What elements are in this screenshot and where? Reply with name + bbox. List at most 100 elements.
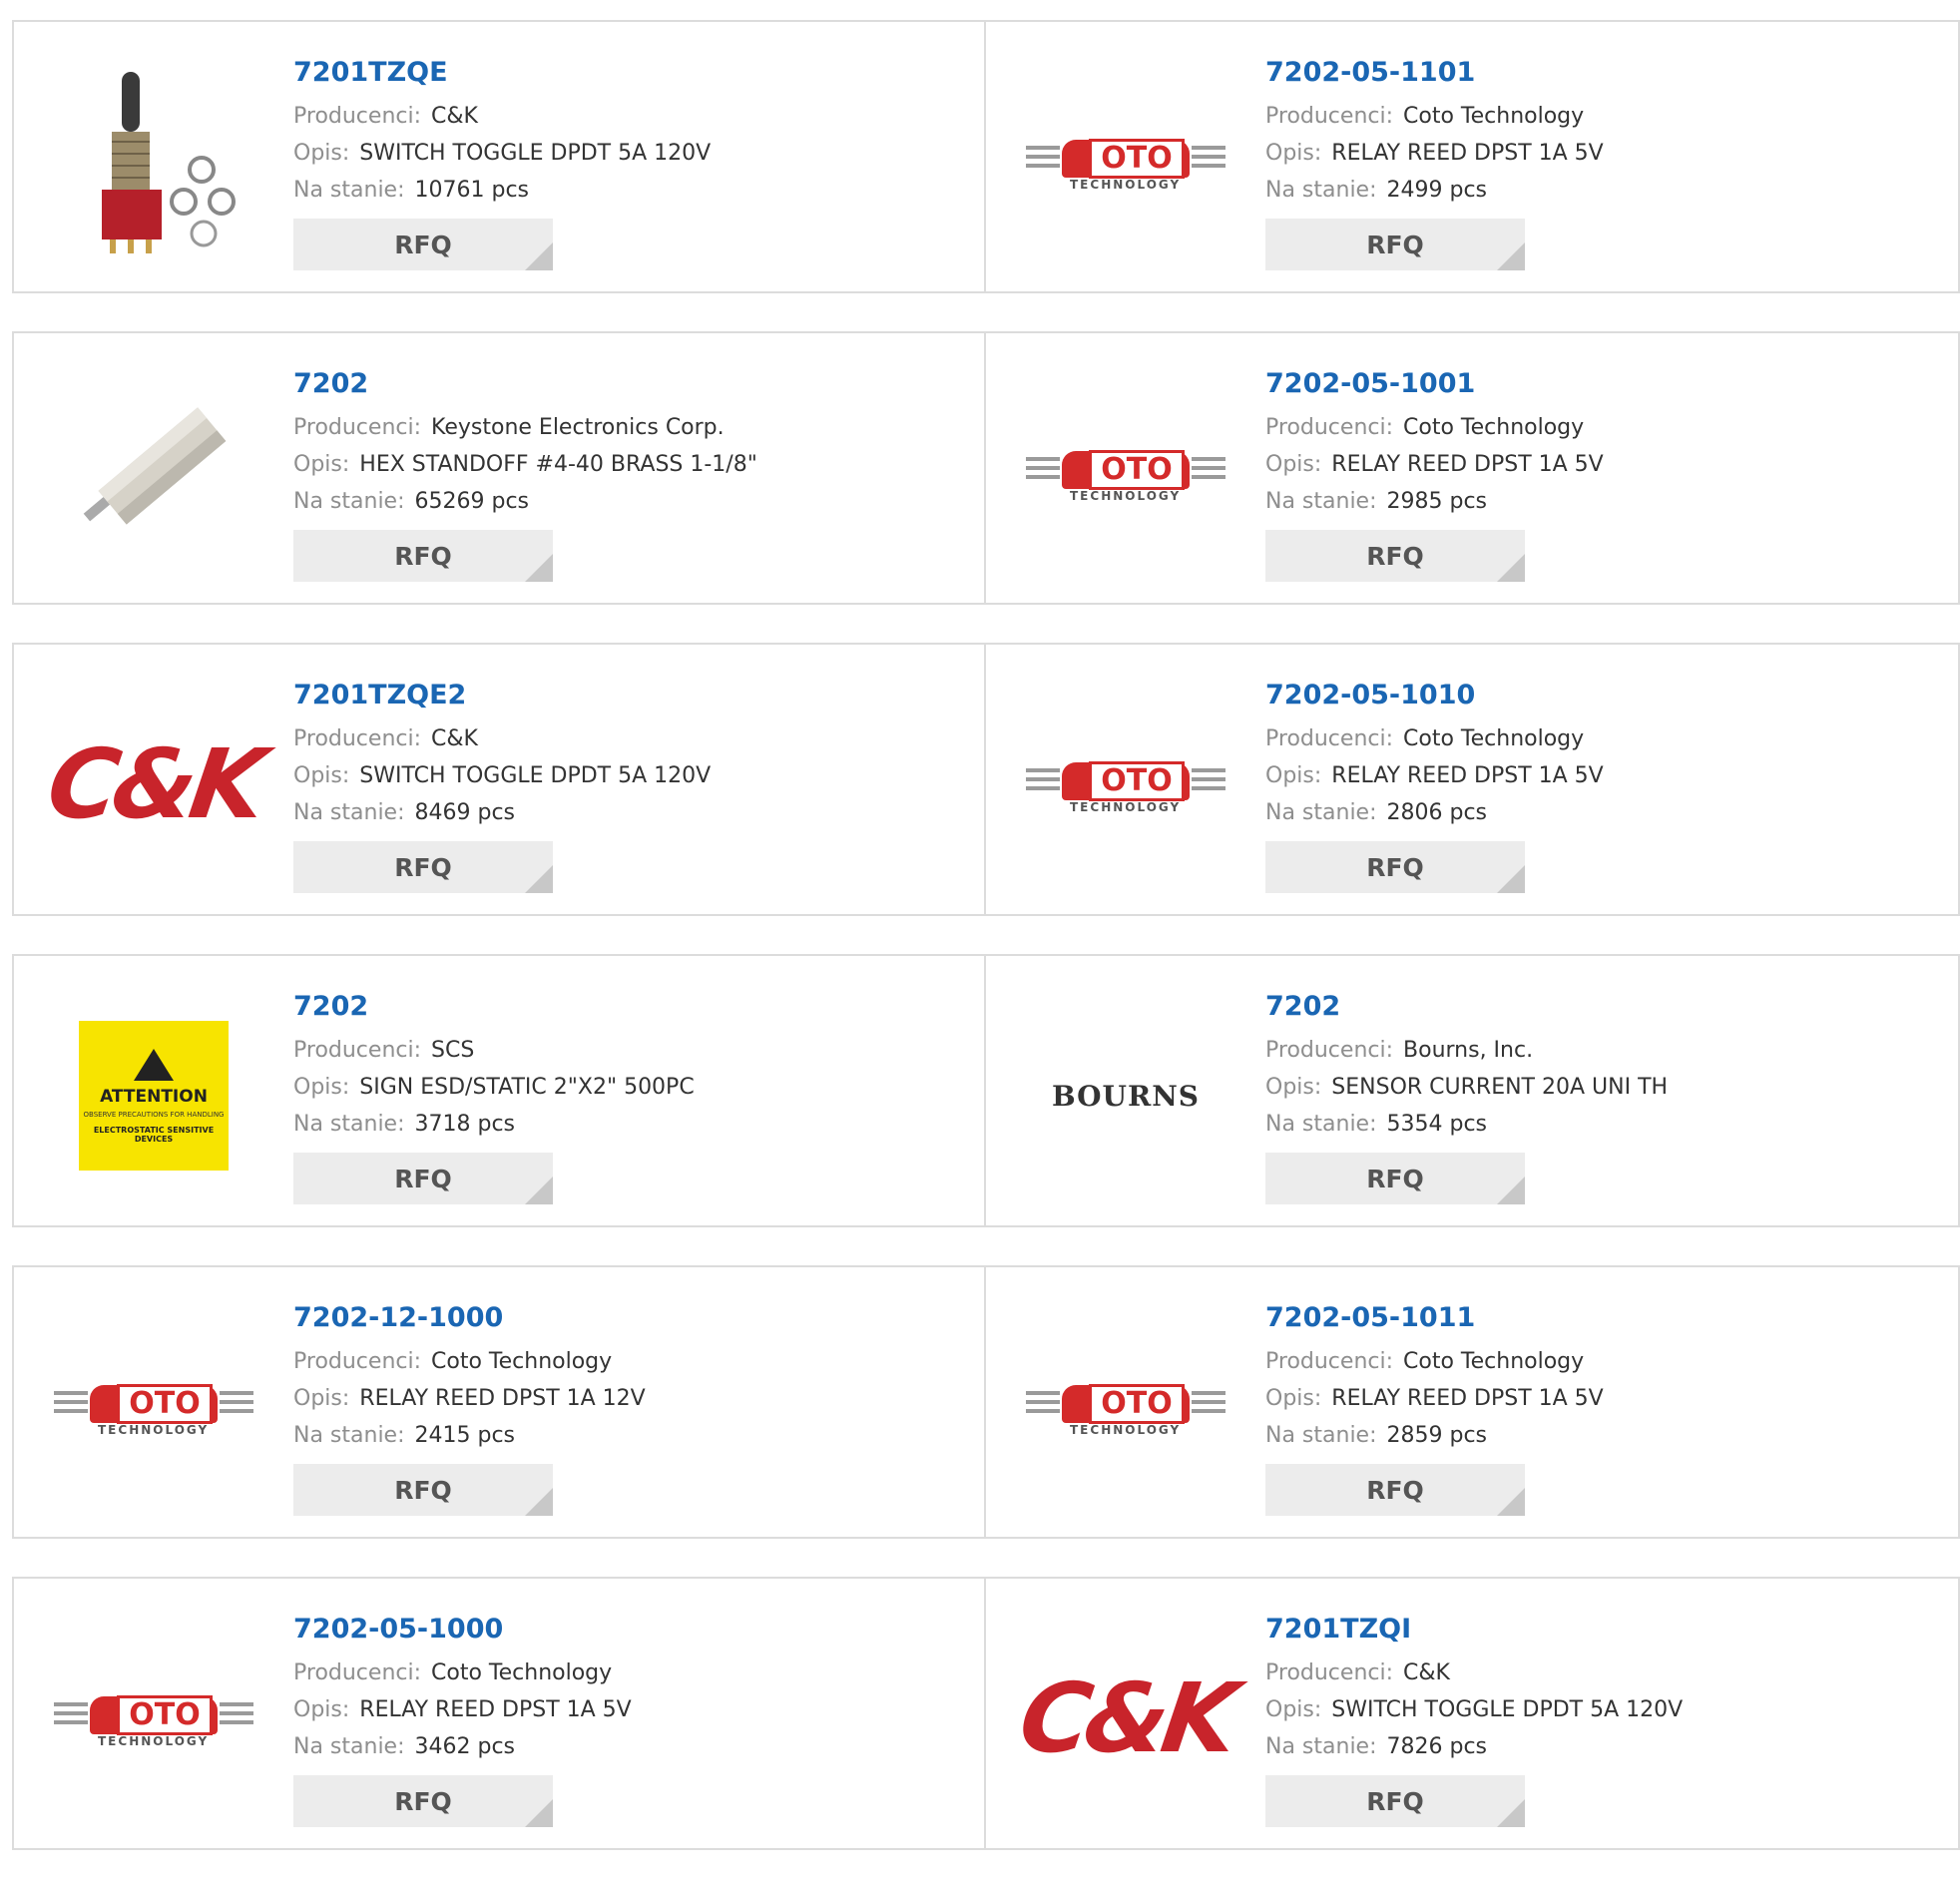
- manufacturer-value: Bourns, Inc.: [1403, 1038, 1534, 1063]
- manufacturer-value: SCS: [431, 1038, 475, 1063]
- coto-technology-logo: OTO TECHNOLOGY: [1026, 1367, 1225, 1447]
- part-number-link[interactable]: 7202: [293, 986, 695, 1028]
- stock-line: Na stanie: 8469 pcs: [293, 794, 711, 831]
- product-image[interactable]: OTO TECHNOLOGY: [1026, 62, 1225, 261]
- product-card: ATTENTION OBSERVE PRECAUTIONS FOR HANDLIN…: [12, 954, 986, 1227]
- stock-value: 7826 pcs: [1386, 1734, 1488, 1759]
- product-info: 7202-05-1011 Producenci: Coto Technology …: [1265, 1297, 1604, 1516]
- hex-standoff-photo: [83, 407, 227, 525]
- part-number-link[interactable]: 7202-05-1101: [1265, 52, 1604, 94]
- coto-technology-logo: OTO TECHNOLOGY: [54, 1367, 253, 1447]
- bourns-logo: BOURNS: [1051, 1079, 1201, 1113]
- part-number-link[interactable]: 7202-05-1010: [1265, 675, 1604, 716]
- manufacturer-label: Producenci:: [293, 726, 422, 751]
- stock-line: Na stanie: 2985 pcs: [1265, 483, 1604, 520]
- stock-line: Na stanie: 2499 pcs: [1265, 172, 1604, 209]
- part-number-link[interactable]: 7202-05-1001: [1265, 363, 1604, 405]
- product-card: C&K 7201TZQE2 Producenci: C&K Opis: SWITCH…: [12, 643, 986, 916]
- esd-attention-sign-image: ATTENTION OBSERVE PRECAUTIONS FOR HANDLIN…: [79, 1021, 229, 1171]
- description-value: RELAY REED DPST 1A 5V: [359, 1697, 632, 1722]
- product-row: C&K 7201TZQE2 Producenci: C&K Opis: SWITCH…: [12, 643, 1960, 916]
- description-label: Opis:: [1265, 141, 1322, 166]
- stock-line: Na stanie: 65269 pcs: [293, 483, 757, 520]
- stock-line: Na stanie: 10761 pcs: [293, 172, 711, 209]
- manufacturer-line: Producenci: Coto Technology: [1265, 98, 1604, 135]
- product-row: OTO TECHNOLOGY 7202-05-1000 Producenci: Co…: [12, 1577, 1960, 1850]
- part-number-link[interactable]: 7201TZQE: [293, 52, 711, 94]
- product-image[interactable]: OTO TECHNOLOGY: [1026, 1307, 1225, 1507]
- part-number-link[interactable]: 7201TZQI: [1265, 1609, 1683, 1651]
- description-value: RELAY REED DPST 1A 5V: [1331, 141, 1604, 166]
- manufacturer-value: Coto Technology: [1403, 104, 1585, 129]
- description-line: Opis: RELAY REED DPST 1A 12V: [293, 1380, 646, 1417]
- rfq-button[interactable]: RFQ: [293, 530, 553, 582]
- rfq-button[interactable]: RFQ: [293, 1153, 553, 1204]
- stock-line: Na stanie: 2859 pcs: [1265, 1417, 1604, 1454]
- description-line: Opis: RELAY REED DPST 1A 5V: [1265, 446, 1604, 483]
- stock-value: 10761 pcs: [414, 178, 530, 203]
- product-card: OTO TECHNOLOGY 7202-05-1010 Producenci: Co…: [986, 643, 1960, 916]
- rfq-button[interactable]: RFQ: [293, 841, 553, 893]
- product-image[interactable]: OTO TECHNOLOGY: [54, 1307, 253, 1507]
- product-info: 7201TZQE Producenci: C&K Opis: SWITCH TOGG…: [293, 52, 711, 270]
- coto-technology-logo: OTO TECHNOLOGY: [1026, 433, 1225, 513]
- description-line: Opis: SWITCH TOGGLE DPDT 5A 120V: [1265, 1691, 1683, 1728]
- stock-label: Na stanie:: [293, 800, 405, 825]
- rfq-button[interactable]: RFQ: [1265, 530, 1525, 582]
- product-info: 7201TZQE2 Producenci: C&K Opis: SWITCH TOG…: [293, 675, 711, 893]
- rfq-button[interactable]: RFQ: [293, 219, 553, 270]
- ck-logo: C&K: [1012, 1662, 1239, 1774]
- stock-value: 3462 pcs: [414, 1734, 516, 1759]
- rfq-button[interactable]: RFQ: [1265, 1775, 1525, 1827]
- product-info: 7202-05-1010 Producenci: Coto Technology …: [1265, 675, 1604, 893]
- description-label: Opis:: [293, 141, 350, 166]
- manufacturer-line: Producenci: C&K: [293, 720, 711, 757]
- coto-technology-logo: OTO TECHNOLOGY: [1026, 122, 1225, 202]
- product-image[interactable]: [54, 373, 253, 573]
- description-value: RELAY REED DPST 1A 12V: [359, 1386, 646, 1411]
- manufacturer-label: Producenci:: [293, 104, 422, 129]
- rfq-button[interactable]: RFQ: [1265, 1464, 1525, 1516]
- rfq-button[interactable]: RFQ: [1265, 219, 1525, 270]
- stock-line: Na stanie: 5354 pcs: [1265, 1106, 1668, 1143]
- product-card: OTO TECHNOLOGY 7202-05-1011 Producenci: Co…: [986, 1265, 1960, 1539]
- product-card: 7201TZQE Producenci: C&K Opis: SWITCH TOGG…: [12, 20, 986, 293]
- part-number-link[interactable]: 7202: [293, 363, 757, 405]
- description-value: SENSOR CURRENT 20A UNI TH: [1331, 1075, 1669, 1100]
- product-image[interactable]: OTO TECHNOLOGY: [1026, 685, 1225, 884]
- stock-value: 2499 pcs: [1386, 178, 1488, 203]
- part-number-link[interactable]: 7201TZQE2: [293, 675, 711, 716]
- rfq-button[interactable]: RFQ: [1265, 1153, 1525, 1204]
- manufacturer-value: Coto Technology: [431, 1660, 613, 1685]
- manufacturer-value: Keystone Electronics Corp.: [431, 415, 725, 440]
- product-image[interactable]: OTO TECHNOLOGY: [54, 1619, 253, 1818]
- description-label: Opis:: [1265, 763, 1322, 788]
- product-image[interactable]: [54, 62, 253, 261]
- part-number-link[interactable]: 7202-12-1000: [293, 1297, 646, 1339]
- manufacturer-line: Producenci: Coto Technology: [1265, 409, 1604, 446]
- part-number-link[interactable]: 7202-05-1000: [293, 1609, 632, 1651]
- description-value: RELAY REED DPST 1A 5V: [1331, 452, 1604, 477]
- stock-label: Na stanie:: [1265, 178, 1377, 203]
- product-image[interactable]: ATTENTION OBSERVE PRECAUTIONS FOR HANDLIN…: [54, 996, 253, 1195]
- rfq-button[interactable]: RFQ: [293, 1775, 553, 1827]
- rfq-button[interactable]: RFQ: [293, 1464, 553, 1516]
- stock-value: 2415 pcs: [414, 1423, 516, 1448]
- product-image[interactable]: BOURNS: [1026, 996, 1225, 1195]
- product-image[interactable]: C&K: [41, 685, 266, 884]
- description-label: Opis:: [1265, 452, 1322, 477]
- part-number-link[interactable]: 7202: [1265, 986, 1668, 1028]
- product-info: 7201TZQI Producenci: C&K Opis: SWITCH TOGG…: [1265, 1609, 1683, 1827]
- manufacturer-line: Producenci: Coto Technology: [293, 1343, 646, 1380]
- stock-line: Na stanie: 3718 pcs: [293, 1106, 695, 1143]
- description-value: SWITCH TOGGLE DPDT 5A 120V: [1331, 1697, 1684, 1722]
- rfq-button[interactable]: RFQ: [1265, 841, 1525, 893]
- toggle-switch-photo: [102, 72, 236, 253]
- part-number-link[interactable]: 7202-05-1011: [1265, 1297, 1604, 1339]
- product-image[interactable]: OTO TECHNOLOGY: [1026, 373, 1225, 573]
- product-image[interactable]: C&K: [1013, 1619, 1238, 1818]
- manufacturer-value: C&K: [431, 104, 478, 129]
- manufacturer-label: Producenci:: [1265, 104, 1394, 129]
- description-label: Opis:: [293, 452, 350, 477]
- stock-label: Na stanie:: [1265, 1423, 1377, 1448]
